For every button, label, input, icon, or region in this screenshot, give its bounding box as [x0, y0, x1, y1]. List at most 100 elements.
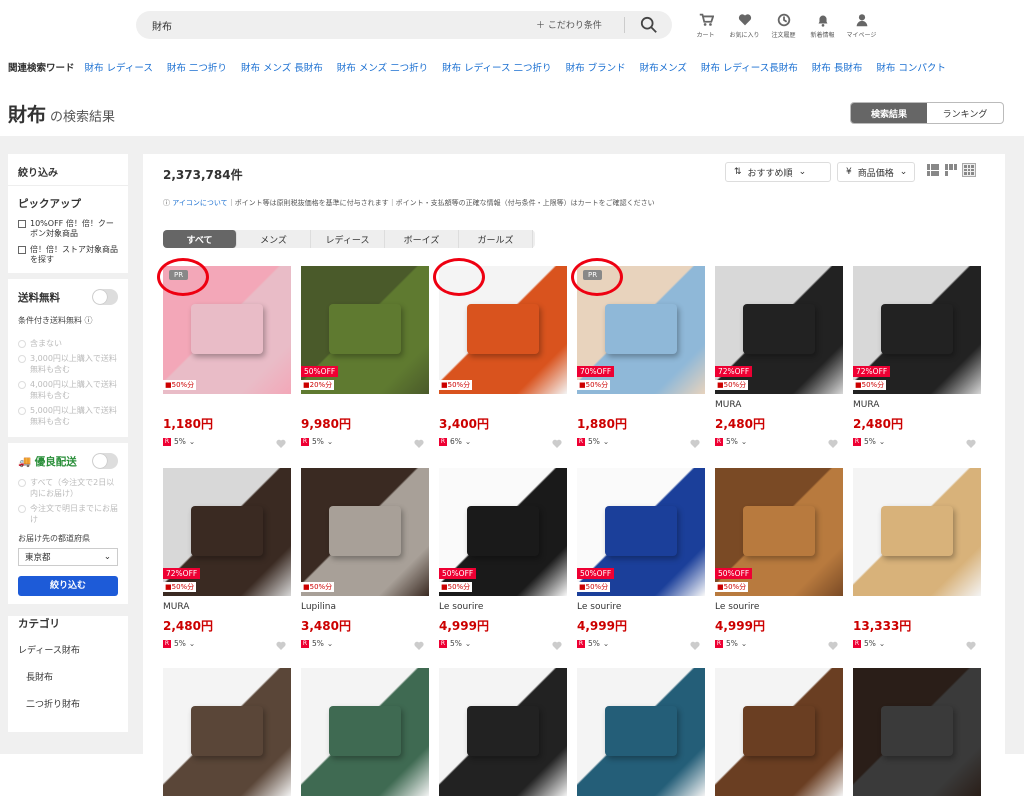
product-image[interactable]: 72%OFF ■50%分 [853, 266, 981, 394]
product-card[interactable]: 72%OFF ■50%分 MURA 2,480円 R 5% ⌄ [715, 266, 843, 448]
shipping-option[interactable]: 含まない [18, 338, 118, 349]
related-keyword-link[interactable]: 財布 メンズ 長財布 [241, 63, 323, 74]
search-input[interactable]: 財布 [152, 18, 172, 33]
product-image[interactable] [853, 468, 981, 596]
favorite-heart-icon[interactable] [413, 438, 425, 450]
radio-icon[interactable] [18, 381, 26, 389]
point-rate[interactable]: R 6% ⌄ [439, 437, 567, 446]
search-icon[interactable] [640, 16, 658, 34]
tab-1[interactable]: メンズ [237, 230, 311, 248]
shop-name[interactable] [163, 400, 291, 413]
category-link[interactable]: 長財布 [18, 670, 118, 683]
point-rate[interactable]: R 5% ⌄ [301, 437, 429, 446]
shop-name[interactable]: Lupilina [301, 602, 429, 615]
shop-name[interactable]: MURA [715, 400, 843, 413]
product-card[interactable]: PR ■50%分 1,180円 R 5% ⌄ [157, 258, 291, 448]
shipping-option[interactable]: 5,000円以上購入で送料無料も含む [18, 405, 118, 427]
radio-icon[interactable] [18, 479, 26, 487]
related-keyword-link[interactable]: 財布 ブランド [566, 63, 626, 74]
product-card[interactable]: 72%OFF ■50%分 MURA 2,480円 R 5% ⌄ [853, 266, 981, 448]
related-keyword-link[interactable]: 財布 二つ折り [167, 63, 227, 74]
shop-name[interactable]: Le sourire [439, 602, 567, 615]
shop-name[interactable]: MURA [163, 602, 291, 615]
shop-name[interactable] [439, 400, 567, 413]
shipping-option[interactable]: 3,000円以上購入で送料無料も含む [18, 353, 118, 375]
category-link[interactable]: レディース財布 [18, 643, 118, 656]
favorite-heart-icon[interactable] [275, 640, 287, 652]
product-card[interactable]: 50%OFF ■50%分 Le sourire 4,999円 R 5% ⌄ [439, 468, 567, 650]
product-card[interactable]: 72%OFF ■50%分 MURA 2,480円 R 5% ⌄ [163, 468, 291, 650]
shop-name[interactable]: Le sourire [715, 602, 843, 615]
product-image[interactable]: 72%OFF ■50%分 [715, 266, 843, 394]
product-image[interactable]: 50%OFF ■50%分 [577, 468, 705, 596]
product-image[interactable]: 72%OFF ■50%分 [163, 468, 291, 596]
favorite-heart-icon[interactable] [413, 640, 425, 652]
shop-name[interactable]: Le sourire [577, 602, 705, 615]
product-image[interactable]: 50%OFF ■50%分 [439, 468, 567, 596]
related-keyword-link[interactable]: 財布メンズ [640, 63, 687, 74]
product-card[interactable]: ■50%分 3,400円 R 6% ⌄ [433, 258, 567, 448]
filter-conditions-button[interactable]: ＋ こだわり条件 [536, 18, 602, 31]
point-rate[interactable]: R 5% ⌄ [853, 437, 981, 446]
related-keyword-link[interactable]: 財布 レディース [85, 63, 153, 74]
favorite-heart-icon[interactable] [689, 640, 701, 652]
radio-icon[interactable] [18, 355, 26, 363]
point-rate[interactable]: R 5% ⌄ [301, 639, 429, 648]
favorite-heart-icon[interactable] [965, 640, 977, 652]
list-view-icon[interactable] [926, 163, 940, 177]
free-shipping-toggle[interactable] [92, 289, 118, 305]
shop-name[interactable]: MURA [853, 400, 981, 413]
shop-name[interactable] [577, 400, 705, 413]
point-rate[interactable]: R 5% ⌄ [163, 639, 291, 648]
sort-select[interactable]: ⇅ おすすめ順 ⌄ [725, 162, 831, 182]
product-image[interactable] [577, 668, 705, 796]
shipping-option[interactable]: 4,000円以上購入で送料無料も含む [18, 379, 118, 401]
product-card[interactable] [853, 668, 981, 796]
product-card[interactable]: 50%OFF ■50%分 Le sourire 4,999円 R 5% ⌄ [715, 468, 843, 650]
product-image[interactable] [715, 668, 843, 796]
product-image[interactable] [439, 668, 567, 796]
tab-0[interactable]: すべて [163, 230, 237, 248]
product-image[interactable]: 50%OFF ■50%分 [715, 468, 843, 596]
product-image[interactable]: 50%OFF ■20%分 [301, 266, 429, 394]
radio-icon[interactable] [18, 407, 26, 415]
point-rate[interactable]: R 5% ⌄ [715, 639, 843, 648]
dense-grid-view-icon[interactable] [962, 163, 976, 177]
product-card[interactable] [301, 668, 429, 796]
prefecture-select[interactable]: 東京都 ⌄ [18, 548, 118, 566]
grid-view-icon[interactable] [944, 163, 958, 177]
shop-name[interactable] [853, 602, 981, 615]
category-link[interactable]: 二つ折り財布 [18, 697, 118, 710]
product-card[interactable]: 13,333円 R 5% ⌄ [853, 468, 981, 650]
delivery-option[interactable]: 今注文で明日までにお届け [18, 503, 118, 525]
header-user[interactable]: マイページ [842, 12, 881, 39]
related-keyword-link[interactable]: 財布 メンズ 二つ折り [337, 63, 428, 74]
search-bar[interactable]: 財布 ＋ こだわり条件 [136, 11, 672, 39]
favorite-heart-icon[interactable] [551, 438, 563, 450]
radio-icon[interactable] [18, 505, 26, 513]
icon-info-link[interactable]: アイコンについて [172, 199, 227, 207]
point-rate[interactable]: R 5% ⌄ [577, 639, 705, 648]
delivery-option[interactable]: すべて（今注文で2日以内にお届け） [18, 477, 118, 499]
pickup-store-checkbox[interactable]: 倍！倍！ストア対象商品を探す [18, 245, 118, 273]
tab-4[interactable]: ガールズ [459, 230, 533, 248]
product-card[interactable]: 50%OFF ■20%分 9,980円 R 5% ⌄ [301, 266, 429, 448]
point-rate[interactable]: R 5% ⌄ [715, 437, 843, 446]
header-cart[interactable]: カート [686, 12, 725, 39]
product-image[interactable] [853, 668, 981, 796]
product-image[interactable]: ■50%分 [301, 468, 429, 596]
favorite-heart-icon[interactable] [275, 438, 287, 450]
product-card[interactable]: PR 70%OFF ■50%分 1,880円 R 5% ⌄ [571, 258, 705, 448]
point-rate[interactable]: R 5% ⌄ [853, 639, 981, 648]
favorite-heart-icon[interactable] [827, 640, 839, 652]
favorite-heart-icon[interactable] [689, 438, 701, 450]
tab-ranking[interactable]: ランキング [927, 103, 1003, 123]
related-keyword-link[interactable]: 財布 コンパクト [876, 63, 946, 74]
favorite-heart-icon[interactable] [965, 438, 977, 450]
product-card[interactable] [715, 668, 843, 796]
fast-delivery-toggle[interactable] [92, 453, 118, 469]
checkbox-icon[interactable] [18, 220, 26, 228]
product-card[interactable] [577, 668, 705, 796]
product-image[interactable] [163, 668, 291, 796]
radio-icon[interactable] [18, 340, 26, 348]
